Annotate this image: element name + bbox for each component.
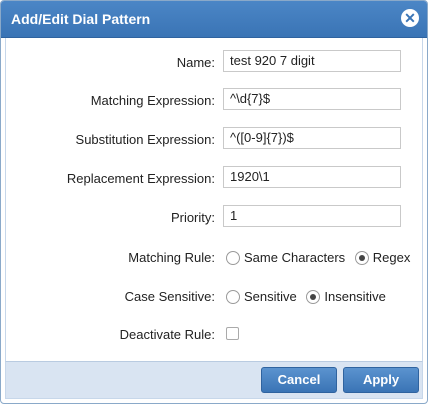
deactivate-rule-checkbox[interactable]	[226, 327, 239, 340]
deactivate-rule-row: Deactivate Rule:	[6, 322, 422, 346]
same-characters-label: Same Characters	[244, 250, 346, 266]
replacement-expression-label: Replacement Expression:	[66, 171, 215, 186]
dial-pattern-dialog: Add/Edit Dial Pattern ✕ Name: test 920 7…	[0, 0, 428, 404]
dialog-title: Add/Edit Dial Pattern	[11, 11, 151, 27]
replacement-expression-row: Replacement Expression: 1920\1	[6, 166, 422, 190]
matching-rule-radio-group: Same Characters Regex	[226, 249, 416, 266]
name-label: Name:	[176, 55, 215, 70]
substitution-expression-row: Substitution Expression: ^([0-9]{7})$	[6, 127, 422, 151]
close-icon[interactable]: ✕	[401, 9, 419, 27]
case-sensitive-label: Case Sensitive:	[124, 289, 215, 304]
priority-field[interactable]: 1	[223, 205, 401, 227]
dialog-content: Name: test 920 7 digit Matching Expressi…	[5, 38, 423, 363]
priority-row: Priority: 1	[6, 205, 422, 229]
matching-expression-label: Matching Expression:	[90, 93, 215, 108]
name-field[interactable]: test 920 7 digit	[223, 50, 401, 72]
replacement-expression-field[interactable]: 1920\1	[223, 166, 401, 188]
priority-label: Priority:	[170, 210, 215, 225]
dialog-titlebar: Add/Edit Dial Pattern ✕	[1, 1, 427, 38]
apply-button[interactable]: Apply	[343, 367, 419, 393]
cancel-button[interactable]: Cancel	[261, 367, 337, 393]
case-sensitive-option[interactable]: Sensitive	[226, 289, 297, 305]
substitution-expression-field[interactable]: ^([0-9]{7})$	[223, 127, 401, 149]
radio-same-characters[interactable]	[226, 251, 240, 266]
regex-label: Regex	[372, 250, 411, 266]
case-sensitive-row: Case Sensitive: Sensitive Insensitive	[6, 284, 422, 308]
sensitive-label: Sensitive	[244, 289, 297, 305]
substitution-expression-label: Substitution Expression:	[75, 132, 215, 147]
insensitive-label: Insensitive	[324, 289, 386, 305]
matching-rule-same-characters[interactable]: Same Characters	[226, 250, 346, 266]
matching-expression-row: Matching Expression: ^\d{7}$	[6, 88, 422, 112]
radio-insensitive[interactable]	[306, 290, 321, 305]
matching-rule-row: Matching Rule: Same Characters Regex	[6, 245, 422, 269]
dialog-footer: Cancel Apply	[5, 361, 423, 399]
name-row: Name: test 920 7 digit	[6, 50, 422, 74]
radio-sensitive[interactable]	[226, 290, 240, 305]
matching-rule-label: Matching Rule:	[128, 250, 215, 265]
deactivate-rule-label: Deactivate Rule:	[119, 327, 215, 342]
matching-expression-field[interactable]: ^\d{7}$	[223, 88, 401, 110]
priority-spinner: 1	[223, 205, 427, 227]
case-insensitive-option[interactable]: Insensitive	[306, 289, 386, 305]
radio-regex[interactable]	[354, 251, 369, 266]
matching-rule-regex[interactable]: Regex	[354, 250, 411, 266]
case-sensitive-radio-group: Sensitive Insensitive	[226, 288, 392, 305]
